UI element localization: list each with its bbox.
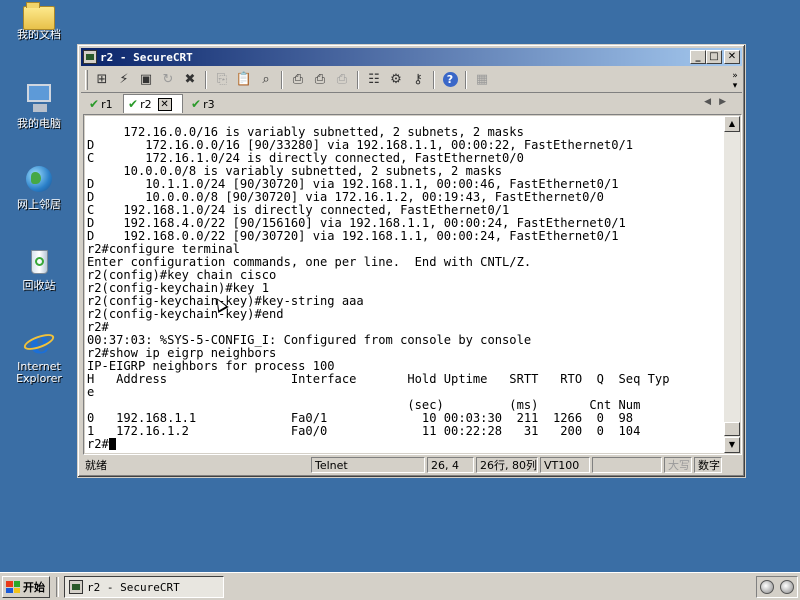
text-cursor <box>108 438 116 450</box>
tab-label: r2 <box>140 97 152 111</box>
global-options-icon[interactable]: ⚙ <box>385 70 407 90</box>
window-title: r2 - SecureCRT <box>100 50 193 64</box>
session-tabs: ✔ r1 ✔ r2 ✕ ✔ r3 ◀▶ <box>81 94 742 113</box>
desktop-icon-my-computer[interactable]: 我的电脑 <box>8 83 70 130</box>
desktop-icon-network-places[interactable]: 网上邻居 <box>8 164 70 211</box>
minimize-button[interactable]: _ <box>690 50 706 64</box>
status-protocol: Telnet <box>311 456 425 473</box>
tab-r3[interactable]: ✔ r3 <box>187 95 223 113</box>
desktop-icon-label: 我的文档 <box>17 28 61 41</box>
status-cursor-position: 26, 4 <box>427 456 474 473</box>
copy-icon[interactable]: ⎘ <box>211 70 233 90</box>
toolbar-overflow-icon[interactable]: » ▾ <box>730 71 740 91</box>
toolbar-separator <box>281 70 283 89</box>
taskbar-divider <box>56 577 59 597</box>
taskbar: 开始 r2 - SecureCRT <box>0 572 800 600</box>
connect-icon[interactable]: ⊞ <box>91 70 113 90</box>
print-selection-icon[interactable]: ⎙ <box>309 70 331 90</box>
session-options-icon[interactable]: ☷ <box>363 70 385 90</box>
system-tray <box>756 576 798 598</box>
toolbar-separator <box>357 70 359 89</box>
terminal-frame: 172.16.0.0/16 is variably subnetted, 2 s… <box>83 114 742 455</box>
disconnect-icon[interactable]: ✖ <box>179 70 201 90</box>
status-ready: 就绪 <box>85 458 107 472</box>
terminal-prompt: r2# <box>87 437 109 451</box>
scroll-up-button[interactable]: ▲ <box>724 116 740 132</box>
toolbar-separator <box>205 70 207 89</box>
close-button[interactable]: ✕ <box>724 50 740 64</box>
network-places-icon <box>23 164 55 196</box>
terminal-output: 172.16.0.0/16 is variably subnetted, 2 s… <box>87 126 669 451</box>
maximize-button[interactable]: □ <box>706 50 722 64</box>
terminal-screen[interactable]: 172.16.0.0/16 is variably subnetted, 2 s… <box>85 116 726 453</box>
tab-r2[interactable]: ✔ r2 ✕ <box>123 94 183 113</box>
desktop-icon-label: 回收站 <box>22 279 56 292</box>
status-bar: 就绪 Telnet 26, 4 26行, 80列 VT100 大写 数字 <box>81 455 742 474</box>
recycle-bin-icon <box>23 245 55 277</box>
keymap-icon[interactable]: ⚷ <box>407 70 429 90</box>
connected-check-icon: ✔ <box>89 97 100 111</box>
terminal-line: r2(config-keychain-key)#end <box>87 307 284 321</box>
close-tab-icon[interactable]: ✕ <box>157 97 172 111</box>
paste-icon[interactable]: 📋 <box>233 70 255 90</box>
reconnect-icon[interactable]: ↻ <box>157 70 179 90</box>
start-label: 开始 <box>23 581 45 594</box>
securecrt-window: r2 - SecureCRT _ □ ✕ ⊞ ⚡ ▣ ↻ ✖ ⎘ 📋 ⌕ ⎙ ⎙… <box>77 44 746 478</box>
terminal-prompt-line: r2# <box>87 438 669 451</box>
status-emulation: VT100 <box>540 456 590 473</box>
status-rows-cols: 26行, 80列 <box>476 456 538 473</box>
tab-label: r3 <box>203 97 215 111</box>
print-icon[interactable]: ⎙ <box>287 70 309 90</box>
tray-network-icon[interactable] <box>780 580 794 594</box>
help-icon[interactable]: ? <box>439 70 461 90</box>
connect-tab-icon[interactable]: ▣ <box>135 70 157 90</box>
status-caps-lock: 大写 <box>664 456 692 473</box>
connected-check-icon: ✔ <box>128 97 139 111</box>
windows-logo-icon <box>6 581 20 593</box>
desktop-icon-label: Internet Explorer <box>16 360 62 385</box>
my-documents-icon <box>23 2 55 30</box>
status-num-lock: 数字 <box>694 456 722 473</box>
find-icon[interactable]: ⌕ <box>255 70 277 90</box>
start-button[interactable]: 开始 <box>2 576 50 598</box>
vertical-scrollbar[interactable]: ▲ ▼ <box>724 116 740 453</box>
print-setup-icon[interactable]: ⎙ <box>331 70 353 90</box>
terminal-line: H Address Interface Hold Uptime SRTT RTO… <box>87 372 670 386</box>
tab-scroll-arrows[interactable]: ◀▶ <box>704 97 734 107</box>
desktop-icon-my-documents[interactable]: 我的文档 <box>8 2 70 41</box>
desktop-icon-recycle-bin[interactable]: 回收站 <box>8 245 70 292</box>
taskbar-button-securecrt[interactable]: r2 - SecureCRT <box>64 576 224 598</box>
scroll-down-button[interactable]: ▼ <box>724 437 740 453</box>
internet-explorer-icon: e <box>21 326 57 358</box>
securecrt-app-icon[interactable] <box>83 50 97 64</box>
toolbar: ⊞ ⚡ ▣ ↻ ✖ ⎘ 📋 ⌕ ⎙ ⎙ ⎙ ☷ ⚙ ⚷ ? ▦ » ▾ <box>81 67 742 93</box>
desktop-icon-label: 我的电脑 <box>17 117 61 130</box>
quick-connect-icon[interactable]: ⚡ <box>113 70 135 90</box>
taskbar-button-label: r2 - SecureCRT <box>87 580 180 594</box>
tray-volume-icon[interactable] <box>760 580 774 594</box>
tab-label: r1 <box>101 97 113 111</box>
toolbar-separator <box>433 70 435 89</box>
terminal-line: 1 172.16.1.2 Fa0/0 11 00:22:28 31 200 0 … <box>87 424 641 438</box>
sftp-icon[interactable]: ▦ <box>471 70 493 90</box>
securecrt-app-icon <box>69 580 83 594</box>
my-computer-icon <box>23 83 55 115</box>
desktop-icon-internet-explorer[interactable]: e Internet Explorer <box>8 326 70 385</box>
toolbar-separator <box>465 70 467 89</box>
title-bar[interactable]: r2 - SecureCRT _ □ ✕ <box>81 48 742 66</box>
status-empty <box>592 456 662 473</box>
desktop-icon-label: 网上邻居 <box>17 198 61 211</box>
scroll-thumb[interactable] <box>724 422 740 436</box>
toolbar-grip[interactable] <box>85 69 88 90</box>
tab-r1[interactable]: ✔ r1 <box>85 95 121 113</box>
connected-check-icon: ✔ <box>191 97 202 111</box>
